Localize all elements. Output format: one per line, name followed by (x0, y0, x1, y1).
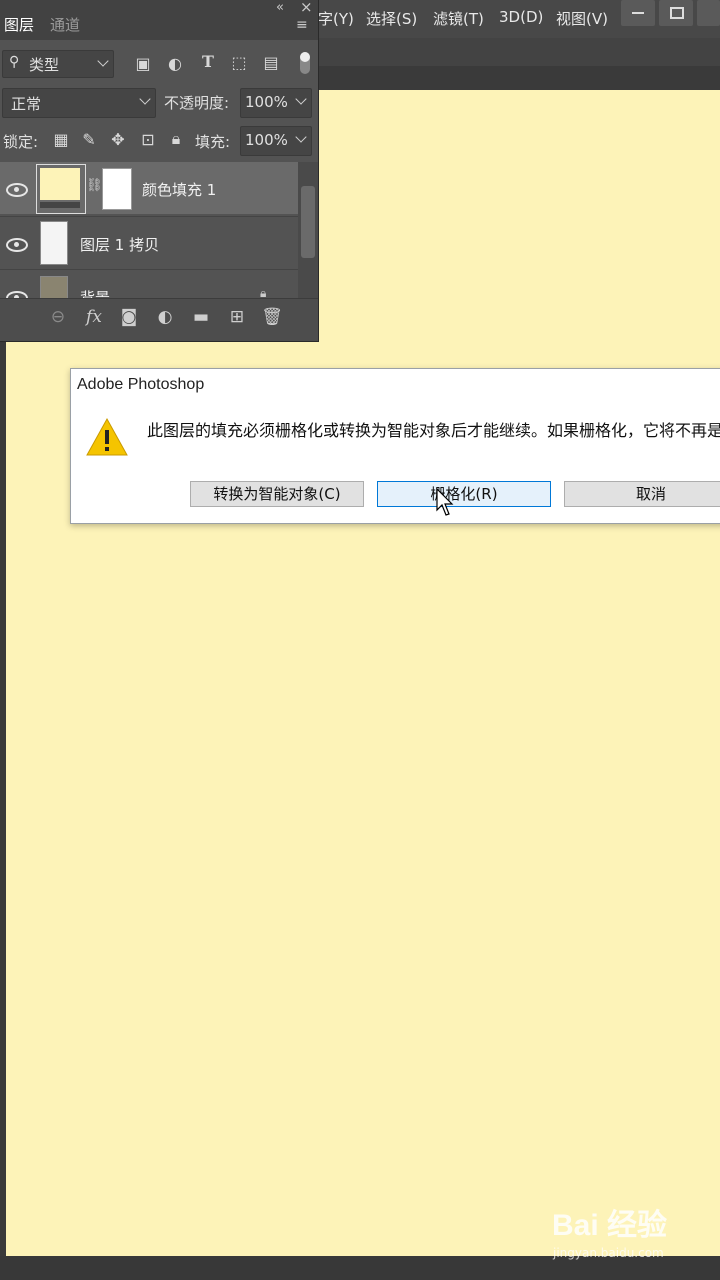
warning-icon (86, 417, 128, 456)
lock-image-pixels-icon[interactable]: ✎ (78, 130, 100, 149)
smart-object-filter-icon[interactable]: ▤ (260, 53, 282, 72)
minimize-icon (632, 12, 644, 14)
close-window-button[interactable] (697, 0, 720, 26)
menu-view[interactable]: 视图(V) (556, 8, 608, 29)
fill-value: 100% (245, 131, 288, 149)
layer-thumbnail (40, 276, 68, 299)
pixel-filter-icon[interactable]: ▣ (132, 54, 154, 73)
blend-mode-dropdown[interactable]: 正常 (2, 88, 156, 118)
mouse-cursor-icon (436, 488, 454, 516)
link-icon[interactable]: ⛓ (86, 178, 103, 193)
collapse-panel-icon[interactable]: « (276, 0, 284, 15)
fill-layer-marker (40, 202, 80, 208)
watermark-url: jingyan.baidu.com (553, 1246, 664, 1260)
layer-row[interactable]: ⛓ 颜色填充 1 (0, 162, 298, 214)
type-filter-icon[interactable]: T (197, 52, 219, 71)
eye-icon[interactable] (6, 238, 28, 252)
options-bar (318, 38, 720, 67)
watermark-logo: Bai 经验 (552, 1200, 667, 1244)
lock-position-icon[interactable]: ✥ (107, 130, 129, 149)
alert-dialog: Adobe Photoshop 此图层的填充必须栅格化或转换为智能对象后才能继续… (70, 368, 720, 524)
new-group-icon[interactable]: ▬ (190, 307, 212, 327)
baidu-jingyan-logo: Bai 经验 (552, 1209, 668, 1242)
minimize-button[interactable] (621, 0, 655, 26)
document-tab-strip (318, 66, 720, 90)
layer-name[interactable]: 颜色填充 1 (142, 179, 216, 200)
trash-icon[interactable]: 🗑︎ (261, 307, 283, 327)
maximize-icon (670, 7, 684, 19)
opacity-field[interactable]: 100% (240, 88, 312, 118)
convert-to-smart-object-button[interactable]: 转换为智能对象(C) (190, 481, 364, 507)
lock-artboard-icon[interactable]: ⊡ (137, 130, 159, 149)
lock-all-icon[interactable]: 🔒︎ (165, 129, 187, 149)
blend-mode-value: 正常 (11, 95, 42, 113)
panel-menu-icon[interactable]: ≡ (296, 17, 308, 33)
menu-type[interactable]: 字(Y) (318, 8, 354, 29)
chevron-down-icon (295, 131, 307, 143)
new-layer-icon[interactable]: ⊞ (226, 307, 248, 327)
adjustment-filter-icon[interactable]: ◐ (164, 54, 186, 73)
adjustment-layer-icon[interactable]: ◐ (154, 307, 176, 327)
chevron-down-icon (295, 93, 307, 105)
chevron-down-icon (97, 55, 109, 67)
layer-row[interactable]: 图层 1 拷贝 (0, 216, 298, 269)
add-mask-icon[interactable]: ◙ (118, 307, 140, 327)
menu-3d[interactable]: 3D(D) (499, 8, 543, 26)
cancel-button[interactable]: 取消 (564, 481, 720, 507)
fill-color-swatch (40, 168, 80, 200)
layer-thumbnail (40, 221, 68, 265)
opacity-label: 不透明度: (164, 94, 230, 112)
rasterize-button[interactable]: 栅格化(R) (377, 481, 551, 507)
shape-filter-icon[interactable]: ⬚ (228, 53, 250, 72)
layers-panel: 图层 通道 « × ≡ ⚲ 类型 ▣ ◐ T ⬚ ▤ 正常 不透明度: 100%… (0, 0, 319, 342)
tab-channels[interactable]: 通道 (50, 14, 80, 35)
layer-row[interactable]: 背景 🔒︎ (0, 269, 298, 299)
search-icon: ⚲ (9, 54, 20, 70)
opacity-value: 100% (245, 93, 288, 111)
dialog-message: 此图层的填充必须栅格化或转换为智能对象后才能继续。如果栅格化，它将不再是 (147, 421, 720, 440)
filter-kind-label: 类型 (29, 56, 60, 74)
menu-select[interactable]: 选择(S) (366, 8, 417, 29)
scrollbar-thumb[interactable] (301, 186, 315, 258)
chevron-down-icon (139, 93, 151, 105)
fill-field[interactable]: 100% (240, 126, 312, 156)
lock-label: 锁定: (3, 133, 39, 151)
layer-thumbnail-selection-frame (36, 164, 86, 214)
dialog-title: Adobe Photoshop (77, 376, 205, 393)
filter-toggle-switch[interactable] (300, 52, 310, 74)
link-layers-icon[interactable]: ⊖ (47, 307, 69, 327)
layers-panel-footer: ⊖ fx ◙ ◐ ▬ ⊞ 🗑︎ (0, 298, 318, 341)
lock-transparent-pixels-icon[interactable]: ▦ (50, 130, 72, 149)
panel-tab-bar: 图层 通道 « × ≡ (0, 0, 318, 40)
fx-icon[interactable]: fx (83, 307, 105, 327)
layer-mask-thumbnail[interactable] (102, 168, 132, 210)
menu-filter[interactable]: 滤镜(T) (433, 8, 484, 29)
layer-filter-dropdown[interactable]: ⚲ 类型 (2, 50, 114, 78)
fill-label: 填充: (195, 133, 231, 151)
tab-layers[interactable]: 图层 (4, 14, 34, 35)
layer-name[interactable]: 图层 1 拷贝 (80, 234, 159, 255)
maximize-button[interactable] (659, 0, 693, 26)
eye-icon[interactable] (6, 183, 28, 197)
close-panel-icon[interactable]: × (300, 0, 313, 16)
